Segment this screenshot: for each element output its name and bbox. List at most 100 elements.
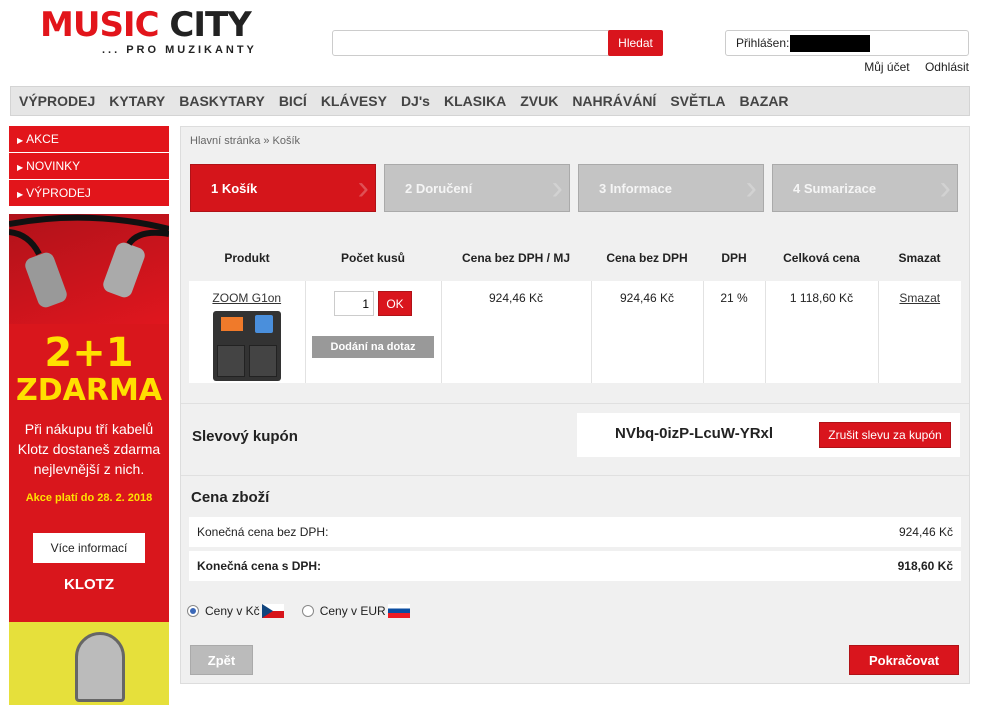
logo-text: MUSIC CITY <box>40 5 252 45</box>
product-cell: ZOOM G1on <box>189 281 305 383</box>
promo-big-2: ZDARMA <box>15 373 163 408</box>
nav-item-djs[interactable]: DJ's <box>401 93 430 109</box>
vat-cell: 21 % <box>702 281 765 383</box>
klotz-logo: KLOTZ <box>64 576 114 593</box>
sidebar-item-label: AKCE <box>26 132 59 146</box>
column-header: Smazat <box>878 235 961 281</box>
step-doruceni[interactable]: 2 Doručení › <box>384 164 570 212</box>
nav-item-kytary[interactable]: KYTARY <box>109 93 165 109</box>
step-sumarizace[interactable]: 4 Sumarizace › <box>772 164 958 212</box>
logo-tagline: ... PRO MUZIKANTY <box>102 44 257 56</box>
coupon-label: Slevový kupón <box>192 428 298 445</box>
nav-item-zvuk[interactable]: ZVUK <box>520 93 558 109</box>
triangle-right-icon: ▶ <box>17 190 24 199</box>
total-with-vat-label: Konečná cena s DPH: <box>197 559 322 573</box>
promo-validity: Akce platí do 28. 2. 2018 <box>25 492 153 504</box>
step-informace[interactable]: 3 Informace › <box>578 164 764 212</box>
column-header: Počet kusů <box>305 235 441 281</box>
coupon-box: NVbq-0izP-LcuW-YRxl Zrušit slevu za kupó… <box>577 413 960 457</box>
breadcrumb: Hlavní stránka » Košík <box>190 135 301 147</box>
cable-illustration <box>9 214 169 308</box>
column-header: Produkt <box>189 235 305 281</box>
total-with-vat-value: 918,60 Kč <box>897 559 953 573</box>
more-info-button[interactable]: Více informací <box>33 533 145 563</box>
step-kosik[interactable]: 1 Košík › <box>190 164 376 212</box>
delete-link[interactable]: Smazat <box>899 291 940 305</box>
price-no-vat-cell: 924,46 Kč <box>590 281 703 383</box>
coupon-code: NVbq-0izP-LcuW-YRxl <box>615 425 774 442</box>
nav-item-nahravani[interactable]: NAHRÁVÁNÍ <box>572 93 656 109</box>
czk-radio[interactable] <box>187 605 199 617</box>
delete-cell: Smazat <box>877 281 961 383</box>
column-header: DPH <box>703 235 765 281</box>
product-link[interactable]: ZOOM G1on <box>212 291 281 305</box>
total-with-vat-row: Konečná cena s DPH: 918,60 Kč <box>189 551 961 581</box>
cart-table-wrap: Produkt Počet kusů Cena bez DPH / MJ Cen… <box>189 235 961 383</box>
sidebar-item-novinky[interactable]: ▶ NOVINKY <box>9 153 169 179</box>
delivery-inquiry-button[interactable]: Dodání na dotaz <box>312 336 434 358</box>
eur-label: Ceny v EUR <box>319 604 386 618</box>
sidebar-item-akce[interactable]: ▶ AKCE <box>9 126 169 152</box>
nav-item-klasika[interactable]: KLASIKA <box>444 93 506 109</box>
totals-section: Cena zboží Konečná cena bez DPH: 924,46 … <box>181 475 969 583</box>
total-no-vat-row: Konečná cena bez DPH: 924,46 Kč <box>189 517 961 547</box>
nav-item-klavesy[interactable]: KLÁVESY <box>321 93 387 109</box>
chevron-right-icon: › <box>939 169 951 207</box>
logo[interactable]: MUSIC CITY ... PRO MUZIKANTY <box>40 5 254 56</box>
sidebar-item-label: NOVINKY <box>26 159 81 173</box>
cart-panel: Hlavní stránka » Košík 1 Košík › 2 Doruče… <box>180 126 970 684</box>
currency-eur-option[interactable]: Ceny v EUR <box>301 604 410 618</box>
logo-city: CITY <box>169 5 251 45</box>
czk-label: Ceny v Kč <box>205 604 260 618</box>
nav-item-bazar[interactable]: BAZAR <box>740 93 789 109</box>
chevron-right-icon: › <box>551 169 563 207</box>
pedal-footswitch <box>248 345 277 377</box>
promo-banner-2[interactable] <box>9 622 169 705</box>
chevron-right-icon: › <box>745 169 757 207</box>
nav-item-vyprodej[interactable]: VÝPRODEJ <box>19 93 95 109</box>
quantity-cell: OK Dodání na dotaz <box>304 281 441 383</box>
total-no-vat-label: Konečná cena bez DPH: <box>197 525 329 539</box>
promo-big-1: 2+1 <box>44 330 134 376</box>
total-no-vat-value: 924,46 Kč <box>898 525 953 539</box>
column-header: Cena bez DPH <box>591 235 703 281</box>
quantity-ok-button[interactable]: OK <box>378 291 412 316</box>
sidebar-item-label: VÝPRODEJ <box>26 186 91 200</box>
triangle-right-icon: ▶ <box>17 163 24 172</box>
login-label: Přihlášen: <box>736 36 790 50</box>
cable-image <box>9 214 169 324</box>
czech-flag-icon <box>261 604 284 618</box>
search-input[interactable] <box>332 30 612 56</box>
pedal-screen <box>220 317 243 331</box>
continue-button[interactable]: Pokračovat <box>849 645 959 675</box>
total-price-cell: 1 118,60 Kč <box>764 281 878 383</box>
my-account-link[interactable]: Můj účet <box>864 60 909 74</box>
eur-radio[interactable] <box>301 605 314 617</box>
currency-czk-option[interactable]: Ceny v Kč <box>187 604 284 618</box>
main-nav: VÝPRODEJ KYTARY BASKYTARY BICÍ KLÁVESY D… <box>10 86 970 116</box>
product-image[interactable] <box>212 311 281 381</box>
back-button[interactable]: Zpět <box>190 645 253 675</box>
unit-price-cell: 924,46 Kč <box>440 281 591 383</box>
pedal-button <box>254 315 273 333</box>
search-bar: Hledat <box>332 30 663 56</box>
nav-item-svetla[interactable]: SVĚTLA <box>670 93 725 109</box>
pedal-footswitch <box>216 345 245 377</box>
nav-item-baskytary[interactable]: BASKYTARY <box>179 93 265 109</box>
quantity-control: OK <box>334 291 412 316</box>
quantity-input[interactable] <box>334 291 374 316</box>
cart-table: Produkt Počet kusů Cena bez DPH / MJ Cen… <box>189 235 961 383</box>
account-links: Můj účet Odhlásit <box>852 60 969 74</box>
chevron-right-icon: › <box>357 169 369 207</box>
step-label: 3 Informace <box>599 181 672 196</box>
step-label: 2 Doručení <box>405 181 473 196</box>
promo-banner[interactable]: 2+1 ZDARMA Při nákupu tří kabelů Klotz d… <box>9 214 169 622</box>
sidebar-menu: ▶ AKCE ▶ NOVINKY ▶ VÝPRODEJ <box>9 126 169 207</box>
nav-item-bici[interactable]: BICÍ <box>279 93 307 109</box>
triangle-right-icon: ▶ <box>17 136 24 145</box>
sidebar-item-vyprodej[interactable]: ▶ VÝPRODEJ <box>9 180 169 206</box>
cancel-coupon-button[interactable]: Zrušit slevu za kupón <box>819 422 951 448</box>
logo-music: MUSIC <box>40 5 160 45</box>
logout-link[interactable]: Odhlásit <box>925 60 969 74</box>
search-button[interactable]: Hledat <box>608 30 663 56</box>
